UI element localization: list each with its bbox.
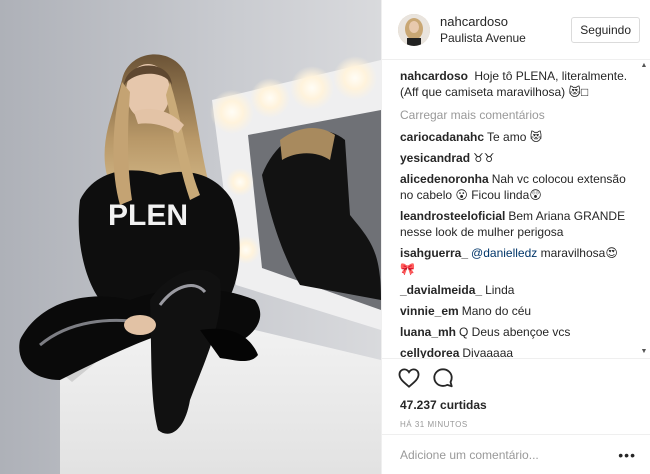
following-button[interactable]: Seguindo [571,16,640,43]
photo-illustration: PLEN [0,0,381,474]
comment-item: leandrosteeloficial Bem Ariana GRANDE nes… [400,208,630,240]
load-more-comments-button[interactable]: Carregar mais comentários [400,108,630,122]
comment-item: yesicandrad ♉♉ [400,150,630,166]
comment-text: Linda [485,283,515,297]
post-view: PLEN nahcardoso Paulista Avenue Seguindo… [0,0,650,474]
comment-text: Mano do céu [461,304,532,318]
comment-item: _davialmeida_ Linda [400,282,630,298]
comment-item: isahguerra_ @danielledz maravilhosa😍🎀 [400,245,630,277]
post-timestamp: HÁ 31 MINUTOS [400,420,468,429]
comment-text: Divaaaaa [462,346,514,358]
comments-scrollbar[interactable]: ▲ ▼ [640,62,648,356]
username-link[interactable]: nahcardoso [440,13,571,30]
comment-item: cellydorea Divaaaaa [400,345,630,358]
scroll-down-arrow-icon[interactable]: ▼ [640,348,648,356]
more-options-icon[interactable]: ••• [618,447,636,463]
comment-item: alicedenoronha Nah vc colocou extensão no… [400,171,630,203]
action-bar [382,358,650,396]
comment-username[interactable]: yesicandrad [400,151,470,165]
comment-rows: cariocadanahc Te amo 😻 yesicandrad ♉♉ aliced… [400,129,630,358]
post-photo[interactable]: PLEN [0,0,381,474]
comment-text: Te amo 😻 [487,130,543,144]
avatar[interactable] [398,13,430,46]
comments-list[interactable]: nahcardoso Hoje tô PLENA, literalmente. … [382,60,650,358]
caption-username[interactable]: nahcardoso [400,69,468,83]
comment-username[interactable]: luana_mh [400,325,456,339]
comment-username[interactable]: isahguerra_ [400,246,468,260]
comment-username[interactable]: alicedenoronha [400,172,489,186]
comment-text: Q Deus abençoe vcs [459,325,571,339]
comment-username[interactable]: cellydorea [400,346,459,358]
likes-count[interactable]: 47.237 curtidas [382,398,650,414]
comment-text: ♉♉ [473,151,495,165]
comment-item: cariocadanahc Te amo 😻 [400,129,630,145]
comment-username[interactable]: cariocadanahc [400,130,484,144]
comment-icon[interactable] [432,367,454,389]
comment-mention-link[interactable]: @danielledz [471,246,537,260]
caption: nahcardoso Hoje tô PLENA, literalmente. … [400,68,630,100]
avatar-image [398,13,430,46]
comment-item: vinnie_em Mano do céu [400,303,630,319]
header-text: nahcardoso Paulista Avenue [440,13,571,47]
add-comment-bar: ••• [382,434,650,474]
comment-username[interactable]: leandrosteeloficial [400,209,505,223]
scroll-up-arrow-icon[interactable]: ▲ [640,62,648,70]
location-link[interactable]: Paulista Avenue [440,30,571,47]
post-side-panel: nahcardoso Paulista Avenue Seguindo nahc… [381,0,650,474]
comment-item: luana_mh Q Deus abençoe vcs [400,324,630,340]
add-comment-input[interactable] [400,447,619,462]
comment-username[interactable]: vinnie_em [400,304,459,318]
comment-username[interactable]: _davialmeida_ [400,283,482,297]
heart-icon[interactable] [398,367,420,388]
post-header: nahcardoso Paulista Avenue Seguindo [382,0,650,60]
